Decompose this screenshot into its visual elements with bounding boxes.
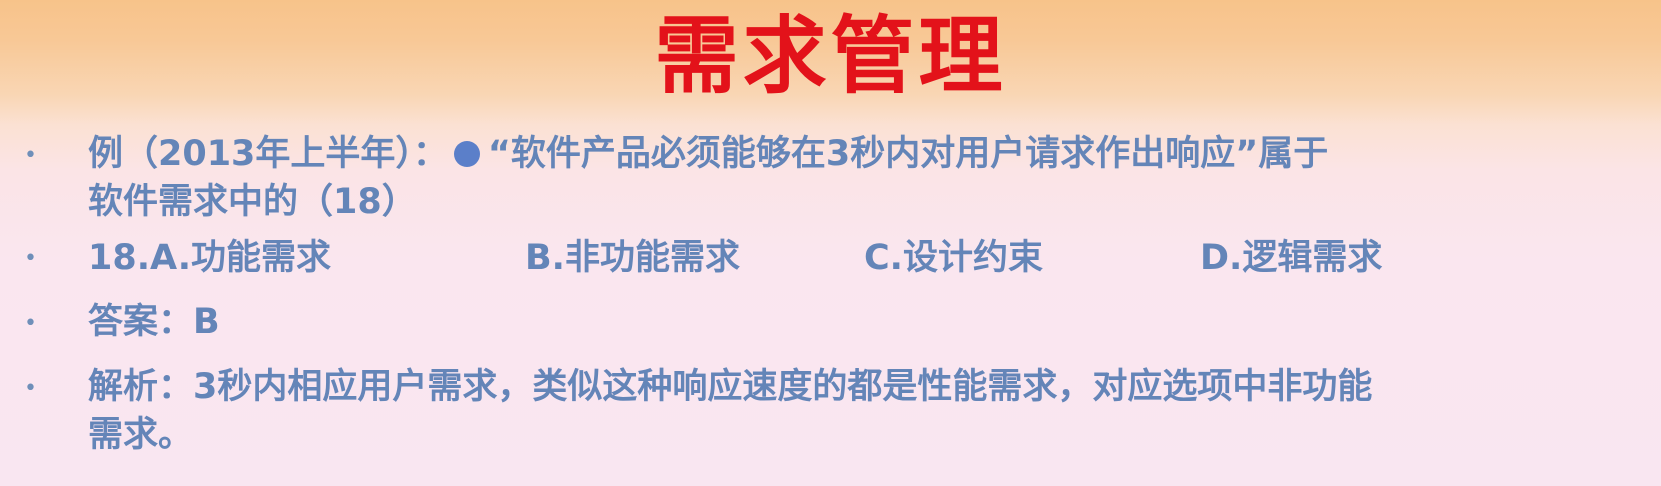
question-line-1: 例（2013年上半年）： “软件产品必须能够在3秒内对用户请求作出响应”属于: [88, 132, 1328, 176]
option-a: 18.A.功能需求: [88, 238, 332, 278]
slide: 需求管理 • 例（2013年上半年）： “软件产品必须能够在3秒内对用户请求作出响…: [0, 0, 1661, 486]
question-prefix: 例（2013年上半年）：: [88, 134, 448, 174]
option-d: D.逻辑需求: [1200, 238, 1383, 278]
option-b: B.非功能需求: [525, 238, 740, 278]
bullet-icon: •: [24, 376, 37, 401]
question-text-line-1: “软件产品必须能够在3秒内对用户请求作出响应”属于: [487, 134, 1329, 174]
analysis-line-2: 需求。: [88, 415, 194, 455]
option-c: C.设计约束: [864, 238, 1043, 278]
bullet-icon: •: [24, 311, 37, 336]
analysis-line-1: 解析：3秒内相应用户需求，类似这种响应速度的都是性能需求，对应选项中非功能: [88, 367, 1373, 407]
slide-body: • 例（2013年上半年）： “软件产品必须能够在3秒内对用户请求作出响应”属于 …: [0, 0, 1661, 486]
question-line-2: 软件需求中的（18）: [88, 182, 417, 222]
answer-line: 答案：B: [88, 302, 220, 342]
bullet-icon: •: [24, 246, 37, 271]
filled-circle-icon: [453, 141, 480, 167]
bullet-icon: •: [24, 143, 37, 168]
